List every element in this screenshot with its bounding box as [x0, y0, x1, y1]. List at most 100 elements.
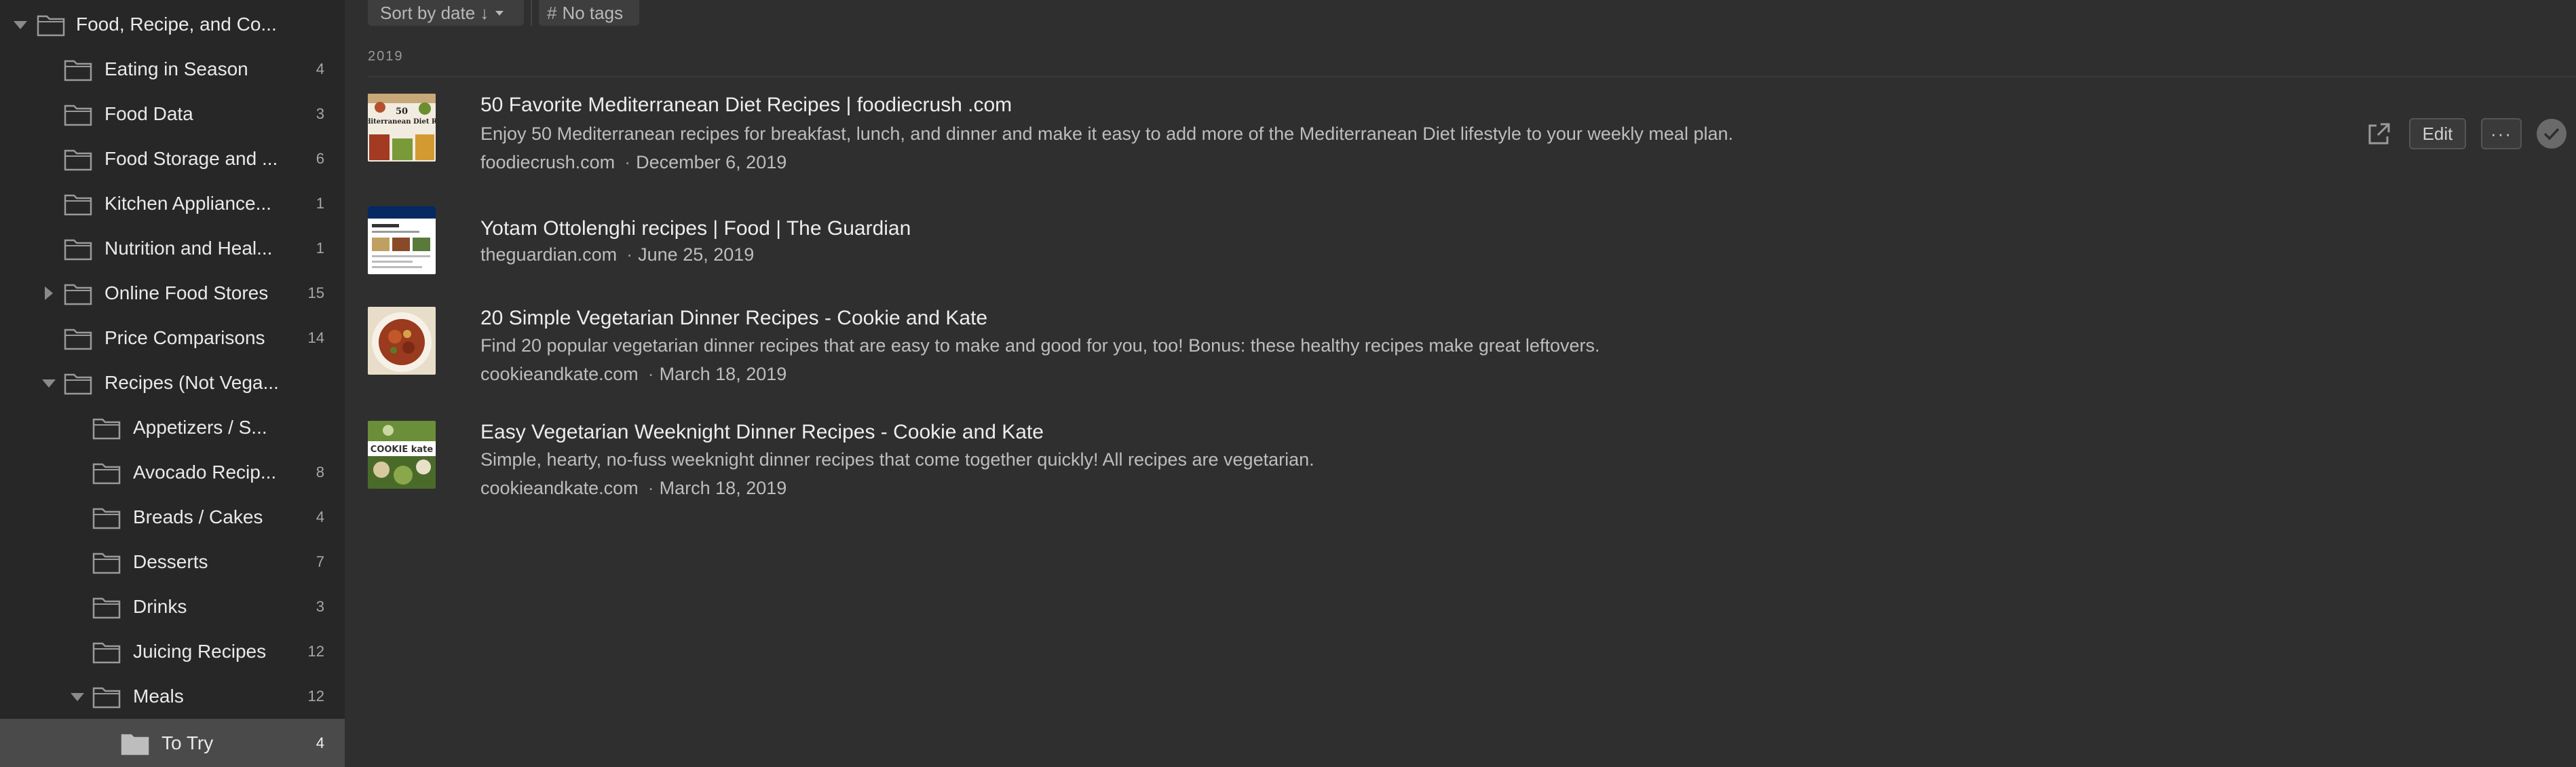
- folder-icon: [64, 239, 92, 261]
- sidebar-item-price-comparisons[interactable]: Price Comparisons 14: [0, 316, 345, 360]
- item-count: 8: [316, 464, 324, 481]
- bookmark-meta: cookieandkate.com · March 18, 2019: [480, 478, 787, 499]
- item-count: 12: [307, 688, 324, 705]
- sidebar-item-label: Nutrition and Heal...: [105, 238, 273, 259]
- item-count: 7: [316, 553, 324, 570]
- sidebar-item-label: Avocado Recip...: [133, 462, 277, 483]
- tags-filter[interactable]: # No tags: [539, 0, 639, 26]
- sidebar-item-avocado[interactable]: Avocado Recip... 8: [0, 450, 345, 495]
- item-count: 3: [316, 598, 324, 615]
- sidebar-item-kitchen-appliances[interactable]: Kitchen Appliance... 1: [0, 181, 345, 226]
- thumb-text: 50 Mediterranean Diet Recipes: [368, 118, 436, 126]
- sidebar-item-meals[interactable]: Meals 12: [0, 674, 345, 719]
- thumbnail: [368, 307, 436, 375]
- edit-button[interactable]: Edit: [2409, 118, 2466, 149]
- sidebar-item-food-data[interactable]: Food Data 3: [0, 92, 345, 136]
- item-count: 1: [316, 240, 324, 257]
- thumb-text: COOKIE kate: [371, 445, 434, 455]
- folder-icon: [92, 597, 121, 619]
- mark-done-button[interactable]: [2537, 119, 2566, 149]
- bookmark-item[interactable]: COOKIE kate Easy Vegetarian Weeknight Di…: [368, 421, 2566, 498]
- sidebar-item-label: Kitchen Appliance...: [105, 193, 271, 214]
- bookmark-title[interactable]: 50 Favorite Mediterranean Diet Recipes |…: [480, 94, 1012, 117]
- sidebar-item-label: Eating in Season: [105, 58, 248, 79]
- sort-label: Sort by date ↓: [380, 2, 489, 23]
- sidebar-item-drinks[interactable]: Drinks 3: [0, 584, 345, 629]
- bookmark-meta: cookieandkate.com · March 18, 2019: [480, 364, 787, 385]
- item-actions: Edit ···: [2364, 117, 2576, 151]
- tags-label: No tags: [562, 2, 624, 23]
- folder-icon: [92, 418, 121, 440]
- bookmark-item[interactable]: Yotam Ottolenghi recipes | Food | The Gu…: [368, 206, 2566, 274]
- sidebar-item-label: To Try: [162, 732, 214, 753]
- bookmark-title[interactable]: Easy Vegetarian Weeknight Dinner Recipes…: [480, 421, 1044, 444]
- bookmark-description: Enjoy 50 Mediterranean recipes for break…: [480, 124, 1733, 144]
- sidebar-item-juicing-recipes[interactable]: Juicing Recipes 12: [0, 629, 345, 674]
- sidebar-item-appetizers[interactable]: Appetizers / S...: [0, 405, 345, 450]
- thumbnail: COOKIE kate: [368, 421, 436, 489]
- bookmark-domain: theguardian.com: [480, 244, 618, 265]
- folder-icon: [92, 553, 121, 574]
- thumbnail: [368, 206, 436, 274]
- sidebar-item-recipes[interactable]: Recipes (Not Vega...: [0, 360, 345, 405]
- bookmark-item[interactable]: 50 50 Mediterranean Diet Recipes 50 Favo…: [368, 94, 2566, 175]
- bookmark-title[interactable]: Yotam Ottolenghi recipes | Food | The Gu…: [480, 217, 911, 240]
- toolbar-divider: [531, 0, 532, 26]
- bookmark-domain: cookieandkate.com: [480, 364, 639, 384]
- sidebar-item-eating-in-season[interactable]: Eating in Season 4: [0, 47, 345, 92]
- hash-icon: #: [547, 2, 557, 23]
- chevron-right-icon[interactable]: [45, 286, 53, 300]
- sidebar: Food, Recipe, and Co... Eating in Season…: [0, 0, 345, 767]
- folder-icon: [92, 687, 121, 709]
- bookmark-domain: cookieandkate.com: [480, 478, 639, 498]
- sidebar-item-label: Juicing Recipes: [133, 641, 267, 662]
- sidebar-item-label: Online Food Stores: [105, 282, 269, 303]
- chevron-down-icon: [495, 10, 504, 16]
- bookmark-description: Find 20 popular vegetarian dinner recipe…: [480, 335, 1600, 356]
- thumbnail: 50 50 Mediterranean Diet Recipes: [368, 94, 436, 162]
- item-count: 3: [316, 105, 324, 122]
- folder-icon: [92, 463, 121, 485]
- chevron-down-icon[interactable]: [71, 693, 84, 701]
- sidebar-item-label: Meals: [133, 686, 184, 707]
- folder-icon: [92, 642, 121, 664]
- sort-dropdown[interactable]: Sort by date ↓: [368, 0, 524, 26]
- sidebar-item-label: Breads / Cakes: [133, 506, 263, 527]
- bookmark-title[interactable]: 20 Simple Vegetarian Dinner Recipes - Co…: [480, 307, 987, 330]
- item-count: 4: [316, 60, 324, 77]
- sidebar-item-label: Food, Recipe, and Co...: [76, 14, 277, 35]
- item-count: 4: [316, 734, 324, 751]
- bookmark-meta: foodiecrush.com · December 6, 2019: [480, 152, 787, 173]
- item-count: 14: [307, 329, 324, 346]
- sidebar-item-label: Price Comparisons: [105, 327, 265, 348]
- sidebar-item-food-storage[interactable]: Food Storage and ... 6: [0, 136, 345, 181]
- sidebar-item-food-recipe[interactable]: Food, Recipe, and Co...: [0, 2, 345, 47]
- folder-icon: [121, 734, 149, 755]
- sidebar-item-nutrition[interactable]: Nutrition and Heal... 1: [0, 226, 345, 271]
- folder-icon: [64, 373, 92, 395]
- external-link-icon[interactable]: [2364, 119, 2394, 149]
- folder-icon: [64, 194, 92, 216]
- separator-dot: ·: [626, 244, 633, 265]
- bookmark-description: Simple, hearty, no-fuss weeknight dinner…: [480, 449, 1314, 470]
- folder-icon: [64, 60, 92, 81]
- sidebar-item-desserts[interactable]: Desserts 7: [0, 540, 345, 584]
- chevron-down-icon[interactable]: [14, 21, 27, 29]
- more-options-button[interactable]: ···: [2481, 118, 2522, 149]
- checkmark-icon: [2543, 128, 2560, 141]
- sidebar-item-online-food-stores[interactable]: Online Food Stores 15: [0, 271, 345, 316]
- sidebar-item-label: Appetizers / S...: [133, 417, 267, 438]
- divider: [368, 76, 2576, 77]
- bookmark-meta: theguardian.com · June 25, 2019: [480, 244, 754, 265]
- sidebar-item-label: Food Data: [105, 103, 193, 124]
- bookmark-date: June 25, 2019: [638, 244, 755, 265]
- item-count: 15: [307, 284, 324, 301]
- sidebar-item-to-try[interactable]: To Try 4: [0, 719, 345, 767]
- folder-icon: [92, 508, 121, 529]
- folder-icon: [64, 284, 92, 305]
- year-heading: 2019: [368, 49, 404, 64]
- bookmark-item[interactable]: 20 Simple Vegetarian Dinner Recipes - Co…: [368, 307, 2566, 384]
- chevron-down-icon[interactable]: [42, 379, 56, 388]
- sidebar-item-breads-cakes[interactable]: Breads / Cakes 4: [0, 495, 345, 540]
- sidebar-item-label: Desserts: [133, 551, 208, 572]
